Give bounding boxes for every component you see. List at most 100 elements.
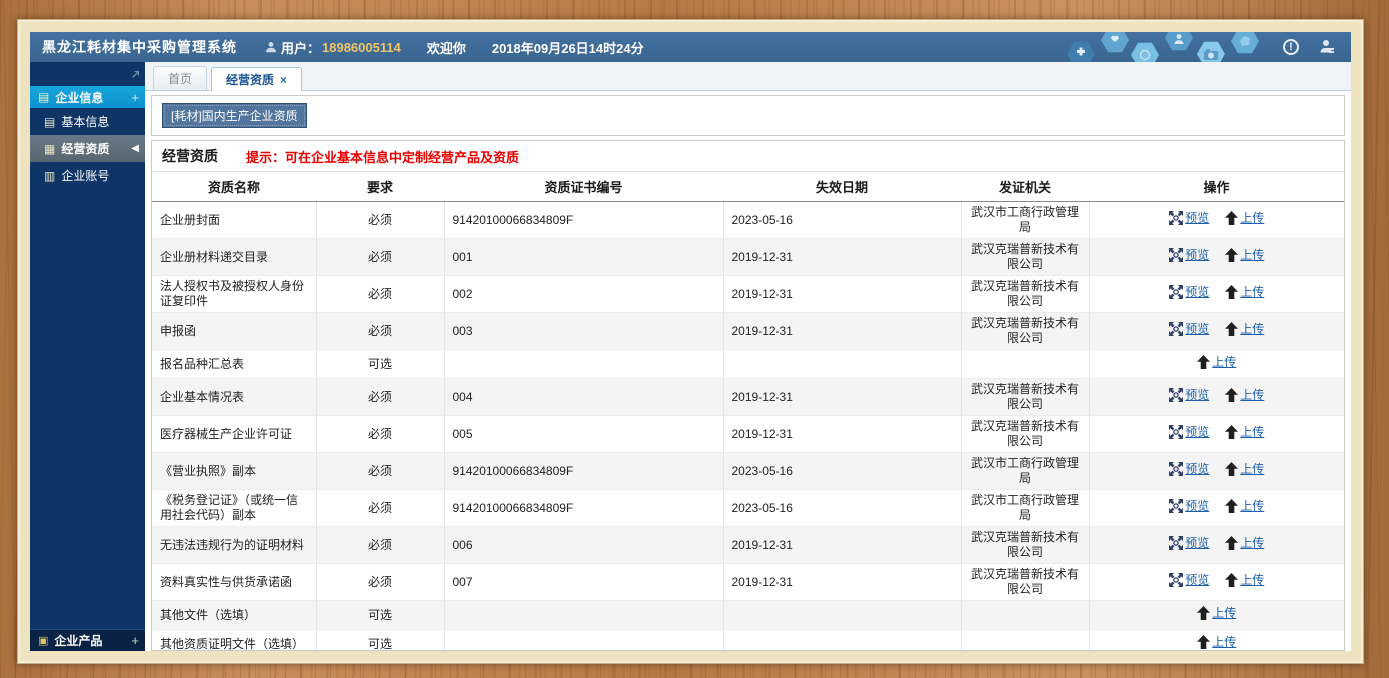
preview-link[interactable]: 预览 [1169,536,1209,551]
preview-icon [1169,211,1184,226]
cell-cert [444,600,724,630]
preview-link[interactable]: 预览 [1169,425,1209,440]
upload-icon [1225,462,1239,477]
upload-link[interactable]: 上传 [1225,211,1264,226]
preview-icon [1169,388,1184,403]
user-block: 用户： 18986005114 [265,38,401,57]
product-icon: ▣ [38,635,49,647]
preview-icon [1169,322,1184,337]
upload-link[interactable]: 上传 [1225,536,1264,551]
tab-bar: 首页 经营资质 × [145,62,1351,91]
sidebar-item-business-qualification[interactable]: ▦ 经营资质 ◀ [30,135,145,162]
cell-req: 必须 [316,238,445,276]
preview-icon [1169,285,1184,300]
sidebar-group-company-info[interactable]: ▤ 企业信息 + [30,86,145,108]
preview-link[interactable]: 预览 [1169,499,1209,514]
preview-icon [1169,425,1184,440]
upload-icon [1197,606,1211,621]
col-header-requirement: 要求 [316,172,444,202]
section-header: 经营资质 提示：可在企业基本信息中定制经营产品及资质 [152,141,1344,172]
upload-link[interactable]: 上传 [1225,573,1264,588]
sidebar-item-label: 企业账号 [61,169,110,183]
document-icon: ▤ [44,114,56,129]
col-header-name: 资质名称 [152,172,316,202]
cell-req: 必须 [316,201,445,239]
preview-link[interactable]: 预览 [1169,211,1209,226]
cell-actions: 预览 上传 [1089,275,1344,313]
cell-expiry: 2023-05-16 [723,201,962,239]
sidebar-item-basic-info[interactable]: ▤ 基本信息 [30,108,145,135]
upload-link[interactable]: 上传 [1225,388,1264,403]
cell-actions: 上传 [1089,629,1344,650]
cell-actions: 上传 [1089,349,1344,379]
preview-link[interactable]: 预览 [1169,462,1209,477]
cell-name: 申报函 [152,312,317,350]
cell-expiry: 2019-12-31 [723,378,962,416]
cell-actions: 预览 上传 [1089,452,1344,490]
cell-cert: 006 [444,526,724,564]
upload-link[interactable]: 上传 [1225,285,1264,300]
preview-link[interactable]: 预览 [1169,248,1209,263]
datetime-text: 2018年09月26日14时24分 [491,40,644,56]
header-right: ! [1061,32,1351,62]
upload-link[interactable]: 上传 [1225,499,1264,514]
selected-arrow-icon: ◀ [131,143,139,154]
cell-actions: 预览 上传 [1089,312,1344,350]
table-row: 医疗器械生产企业许可证 必须 005 2019-12-31 武汉克瑞普新技术有限公司 预览… [152,415,1344,453]
upload-link[interactable]: 上传 [1197,355,1236,370]
user-phone: 18986005114 [322,39,401,55]
cell-cert: 001 [444,238,724,276]
account-logout-icon[interactable] [1317,39,1335,55]
tab-business-qualification[interactable]: 经营资质 × [211,67,303,91]
main-content: 首页 经营资质 × [耗材]国内生产企业资质 经营资质 提示：可在企业基本信息中… [145,62,1351,651]
upload-icon [1225,536,1239,551]
qualification-type-button[interactable]: [耗材]国内生产企业资质 [162,103,307,128]
upload-icon [1225,499,1239,514]
sidebar: ▤ 企业信息 + ▤ 基本信息 ▦ 经营资质 ◀ ▥ 企业账号 ▣ 企业产品 + [30,62,145,651]
upload-icon [1197,635,1211,650]
cell-name: 报名品种汇总表 [152,349,317,379]
header-icons: ! [1273,39,1351,55]
upload-link[interactable]: 上传 [1225,248,1264,263]
preview-link[interactable]: 预览 [1169,573,1209,588]
tab-close-icon[interactable]: × [280,73,287,87]
cell-req: 可选 [316,349,445,379]
upload-icon [1225,425,1239,440]
preview-link[interactable]: 预览 [1169,322,1209,337]
cell-expiry: 2019-12-31 [723,415,962,453]
sidebar-group-company-products[interactable]: ▣ 企业产品 + [30,629,145,651]
upload-link[interactable]: 上传 [1197,606,1236,621]
cell-expiry: 2019-12-31 [723,238,962,276]
upload-link[interactable]: 上传 [1225,425,1264,440]
preview-link[interactable]: 预览 [1169,388,1209,403]
cell-cert: 003 [444,312,724,350]
info-icon[interactable]: ! [1283,39,1299,55]
cell-expiry: 2023-05-16 [723,489,962,527]
table-row: 其他资质证明文件（选填） 可选 上传 [152,629,1344,650]
cell-issuer [961,600,1090,630]
tab-home[interactable]: 首页 [153,66,208,90]
cell-cert: 005 [444,415,724,453]
cell-req: 必须 [316,526,445,564]
table-row: 企业册材料递交目录 必须 001 2019-12-31 武汉克瑞普新技术有限公司 预览 上传 [152,238,1344,276]
cell-issuer: 武汉克瑞普新技术有限公司 [961,415,1090,453]
cell-expiry: 2019-12-31 [723,312,962,350]
cell-issuer: 武汉克瑞普新技术有限公司 [961,378,1090,416]
cell-name: 法人授权书及被授权人身份证复印件 [152,275,317,313]
content-area: [耗材]国内生产企业资质 经营资质 提示：可在企业基本信息中定制经营产品及资质 [145,91,1351,651]
sidebar-collapse-icon[interactable] [131,66,140,84]
table-row: 法人授权书及被授权人身份证复印件 必须 002 2019-12-31 武汉克瑞普新技术有… [152,275,1344,313]
cell-name: 医疗器械生产企业许可证 [152,415,317,453]
qualification-table: 资质名称 要求 资质证书编号 失效日期 发证机关 操作 企业册封面 必须 91420… [152,172,1344,650]
upload-link[interactable]: 上传 [1197,635,1236,650]
preview-link[interactable]: 预览 [1169,285,1209,300]
cell-issuer: 武汉克瑞普新技术有限公司 [961,563,1090,601]
upload-link[interactable]: 上传 [1225,322,1264,337]
preview-icon [1169,248,1184,263]
cell-expiry: 2019-12-31 [723,275,962,313]
sidebar-item-company-account[interactable]: ▥ 企业账号 [30,162,145,189]
upload-link[interactable]: 上传 [1225,462,1264,477]
cell-actions: 预览 上传 [1089,526,1344,564]
table-row: 企业基本情况表 必须 004 2019-12-31 武汉克瑞普新技术有限公司 预览 上传 [152,378,1344,416]
sidebar-top [30,62,145,86]
